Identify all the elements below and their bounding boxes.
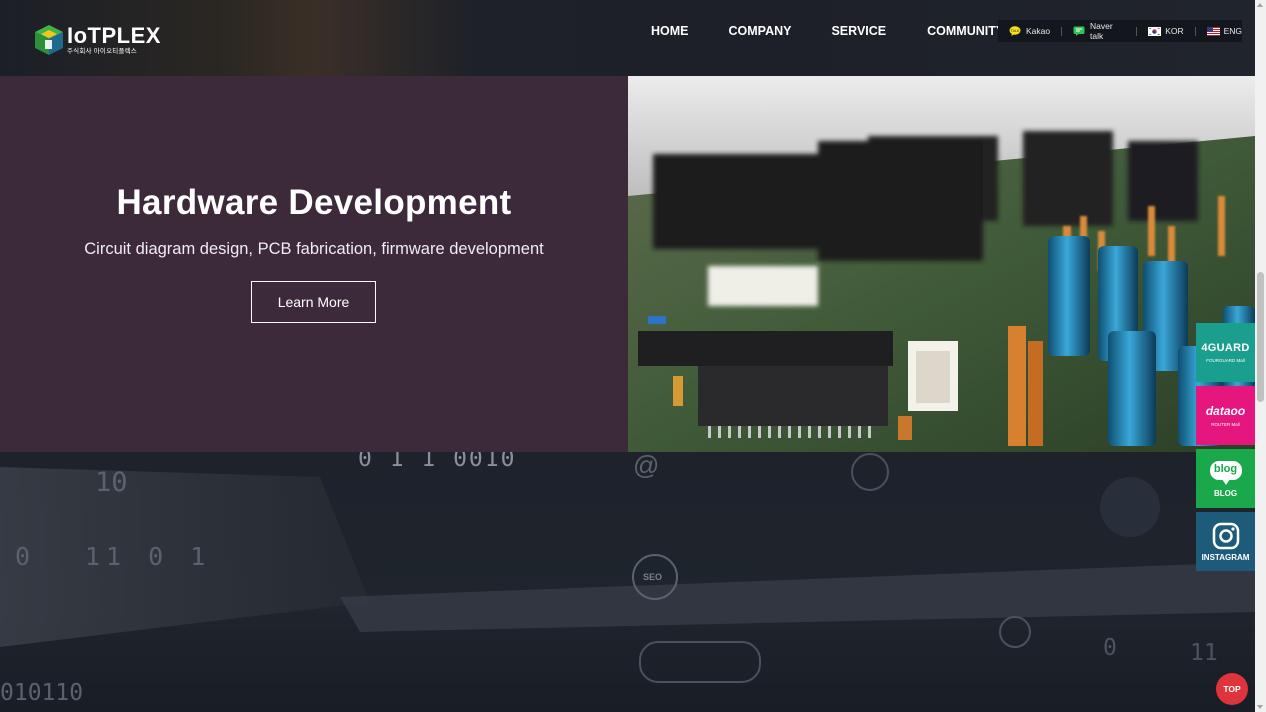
page-content: IoTPLEX 주식회사 아이오티플렉스 HOME COMPANY SERVIC… (0, 0, 1255, 712)
dataoo-router-mall-link[interactable]: dataoo ROUTER Mall (1196, 386, 1255, 445)
instagram-caption: INSTAGRAM (1201, 552, 1250, 562)
nav-home[interactable]: HOME (651, 24, 689, 38)
site-header: IoTPLEX 주식회사 아이오티플렉스 HOME COMPANY SERVIC… (0, 0, 1255, 76)
bg-binary-2: 10 (95, 467, 128, 498)
scroll-down-arrow-icon[interactable] (1257, 705, 1263, 709)
nav-company[interactable]: COMPANY (729, 24, 792, 38)
language-eng-label: ENG (1223, 26, 1242, 36)
hero-title: Hardware Development (116, 183, 512, 222)
dataoo-logo-icon: dataoo (1205, 404, 1246, 418)
page-scrollbar[interactable] (1255, 0, 1266, 712)
instagram-icon (1212, 522, 1240, 550)
naver-talk-icon (1073, 26, 1085, 36)
logo-cube-icon (34, 24, 64, 56)
main-nav: HOME COMPANY SERVICE COMMUNITY (651, 24, 1004, 38)
utility-divider (1136, 26, 1138, 36)
instagram-link[interactable]: INSTAGRAM (1196, 512, 1255, 571)
bg-binary-4: 11 0 1 (85, 542, 212, 571)
naver-talk-link[interactable]: Naver talk (1073, 20, 1125, 42)
logo-subtitle: 주식회사 아이오티플렉스 (67, 47, 137, 55)
scroll-top-button[interactable]: TOP (1216, 673, 1248, 705)
nav-service[interactable]: SERVICE (831, 24, 886, 38)
svg-text:TALK: TALK (1010, 29, 1020, 33)
page: IoTPLEX 주식회사 아이오티플렉스 HOME COMPANY SERVIC… (0, 0, 1266, 712)
kakao-label: Kakao (1026, 26, 1051, 36)
kakao-talk-icon: TALK (1009, 26, 1021, 36)
bg-binary-7: 11 (1190, 640, 1218, 666)
fourguard-caption: FOURGUARD Mall (1206, 358, 1245, 363)
dataoo-caption: ROUTER Mall (1211, 422, 1240, 427)
language-eng[interactable]: ENG (1206, 20, 1242, 42)
hero-text-panel (0, 76, 628, 452)
utility-bar: TALK Kakao Naver talk KOR ENG (998, 20, 1242, 42)
bg-at-symbol: @ (633, 452, 660, 480)
korea-flag-icon (1148, 26, 1162, 36)
language-kor[interactable]: KOR (1148, 20, 1184, 42)
kakao-link[interactable]: TALK Kakao (1009, 20, 1050, 42)
bg-binary-5: 010110 (0, 680, 84, 706)
blog-link[interactable]: blog BLOG (1196, 449, 1255, 508)
blog-caption: BLOG (1213, 488, 1238, 498)
blog-icon: blog (1209, 460, 1243, 486)
bg-binary-1: 0 1 1 0010 (358, 452, 517, 472)
bg-binary-3: 0 (15, 542, 31, 571)
logo-name: IoTPLEX (67, 22, 161, 48)
circuit-board-image (628, 76, 1255, 452)
utility-divider (1061, 26, 1063, 36)
hero-subtitle: Circuit diagram design, PCB fabrication,… (84, 240, 544, 258)
bg-binary-6: 0 (1103, 635, 1117, 661)
blog-icon-label: blog (1213, 462, 1238, 475)
site-logo[interactable]: IoTPLEX 주식회사 아이오티플렉스 (34, 24, 161, 56)
scroll-up-arrow-icon[interactable] (1257, 3, 1263, 7)
digital-background-section: 0 1 1 0010 10 0 11 0 1 010110 @ SEO 0 11 (0, 452, 1255, 712)
naver-talk-label: Naver talk (1090, 21, 1113, 41)
learn-more-button[interactable]: Learn More (251, 281, 376, 323)
language-kor-label: KOR (1165, 26, 1184, 36)
scrollbar-thumb[interactable] (1257, 272, 1264, 402)
nav-community[interactable]: COMMUNITY (927, 24, 1004, 38)
fourguard-mall-link[interactable]: 4GUARD FOURGUARD Mall (1196, 323, 1255, 382)
utility-divider (1194, 26, 1196, 36)
bg-seo-label: SEO (643, 572, 663, 582)
usa-flag-icon (1206, 26, 1220, 36)
fourguard-logo-icon: 4GUARD (1201, 342, 1250, 354)
